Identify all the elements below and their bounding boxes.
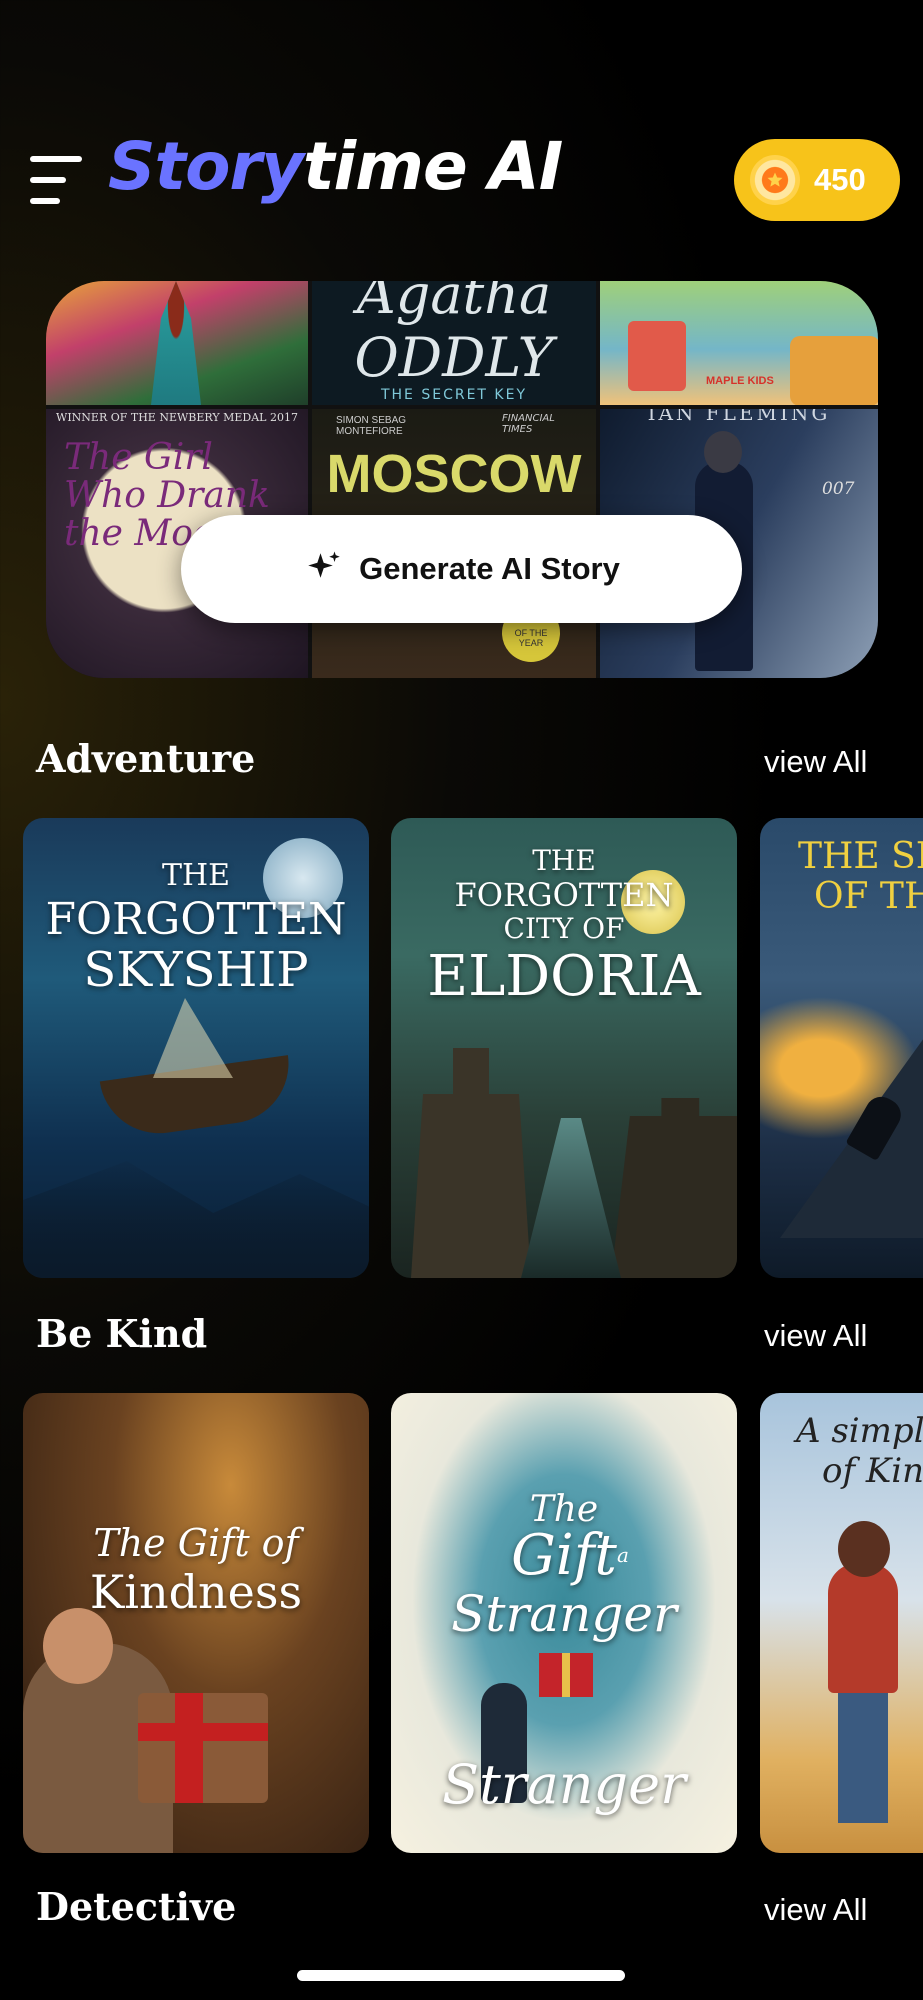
card-title-line: Stranger <box>442 1753 686 1816</box>
cover-award: WINNER OF THE NEWBERY MEDAL 2017 <box>56 411 298 424</box>
card-title-line: THE <box>532 844 596 877</box>
section-title-be-kind: Be Kind <box>36 1311 208 1356</box>
logo-story: Story <box>108 128 304 205</box>
view-all-be-kind[interactable]: view All <box>764 1318 867 1354</box>
story-card-partial-kindness[interactable]: A simple of Kin <box>760 1393 923 1853</box>
card-title-line: THE <box>161 858 231 893</box>
card-title-line: a <box>617 1543 629 1567</box>
cover-fantasy-garden <box>46 281 308 405</box>
cover-agatha-oddly: Agatha ODDLY THE SECRET KEY <box>312 281 596 405</box>
card-title-line: Gift <box>511 1523 617 1588</box>
card-title-line: The Gift of <box>93 1521 299 1565</box>
card-title-line: THE SE <box>798 836 923 877</box>
cover-maple-kids: MAPLE KIDS <box>600 281 878 405</box>
card-title-line: OF TH <box>814 876 923 917</box>
card-title-line: ELDORIA <box>427 944 701 1009</box>
story-card-partial[interactable]: THE SE OF TH <box>760 818 923 1278</box>
cover-badge: OF THE YEAR <box>514 628 548 648</box>
star-coin-icon <box>750 155 800 205</box>
cover-author: SIMON SEBAG MONTEFIORE <box>336 415 407 437</box>
menu-line <box>30 177 66 183</box>
cover-title: Agatha ODDLY <box>354 281 554 389</box>
view-all-adventure[interactable]: view All <box>764 744 867 780</box>
story-card-gift-a-stranger[interactable]: The Gift a Stranger Stranger <box>391 1393 737 1853</box>
cover-author: IAN FLEMING <box>647 409 831 425</box>
generate-ai-story-button[interactable]: Generate AI Story <box>181 515 742 623</box>
card-title-line: A simple <box>796 1411 923 1451</box>
story-card-forgotten-city-of-eldoria[interactable]: THE FORGOTTEN CITY OF ELDORIA <box>391 818 737 1278</box>
coin-balance-button[interactable]: 450 <box>734 139 900 221</box>
cover-badge: 007 <box>822 479 855 499</box>
cover-title: MOSCOW <box>326 444 582 504</box>
home-indicator[interactable] <box>297 1970 625 1981</box>
coin-count: 450 <box>814 162 866 197</box>
story-card-gift-of-kindness[interactable]: The Gift of Kindness <box>23 1393 369 1853</box>
menu-line <box>30 198 60 204</box>
card-title-line: Stranger <box>451 1585 677 1643</box>
card-title-line: of Kin <box>822 1451 923 1491</box>
menu-button[interactable] <box>30 150 88 210</box>
story-card-forgotten-skyship[interactable]: THE FORGOTTEN SKYSHIP <box>23 818 369 1278</box>
cover-press: FINANCIAL TIMES <box>502 413 555 435</box>
section-title-detective: Detective <box>36 1884 237 1929</box>
view-all-detective[interactable]: view All <box>764 1892 867 1928</box>
sparkle-icon <box>308 551 340 578</box>
card-title-line: FORGOTTEN <box>454 876 674 914</box>
logo-time-ai: time AI <box>303 128 563 205</box>
cover-subtitle: THE SECRET KEY <box>380 387 528 403</box>
app-logo: Storytime AI <box>108 128 563 205</box>
card-title-line: CITY OF <box>503 912 625 945</box>
cover-badge: MAPLE KIDS <box>706 375 774 387</box>
card-title-line: FORGOTTEN <box>45 894 347 945</box>
generate-label: Generate AI Story <box>359 551 620 586</box>
card-title-line: SKYSHIP <box>83 942 309 998</box>
hamburger-menu-icon <box>30 156 82 162</box>
section-title-adventure: Adventure <box>36 736 256 781</box>
